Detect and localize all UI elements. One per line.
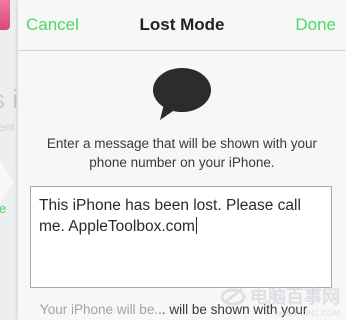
message-line-2: me. AppleToolbox.com (39, 218, 195, 235)
message-line-1: This iPhone has been lost. Please call (39, 197, 301, 214)
popover-arrow (0, 160, 14, 204)
instruction-line-2: phone number on your iPhone. (89, 155, 275, 170)
message-line-2-row: me. AppleToolbox.com (39, 216, 323, 237)
speech-bubble-icon (153, 68, 211, 120)
watermark-url: www.PC841.COM (275, 309, 340, 318)
background-edge-letter: e (0, 201, 7, 216)
navigation-bar: Cancel Lost Mode Done (18, 0, 346, 51)
watermark-text: 电脑百事网 (250, 287, 340, 307)
blurred-overlay (40, 300, 160, 320)
instruction-line-1: Enter a message that will be shown with … (46, 136, 318, 151)
instruction-text: Enter a message that will be shown with … (18, 134, 346, 172)
done-button[interactable]: Done (295, 15, 336, 35)
app-icon (0, 0, 10, 30)
watermark: 电脑百事网 www.PC841.COM (220, 283, 340, 318)
watermark-logo-icon (220, 287, 246, 306)
message-textarea[interactable]: This iPhone has been lost. Please call m… (30, 186, 332, 288)
lost-mode-sheet: Cancel Lost Mode Done Enter a message th… (18, 0, 346, 320)
text-caret (195, 217, 198, 234)
